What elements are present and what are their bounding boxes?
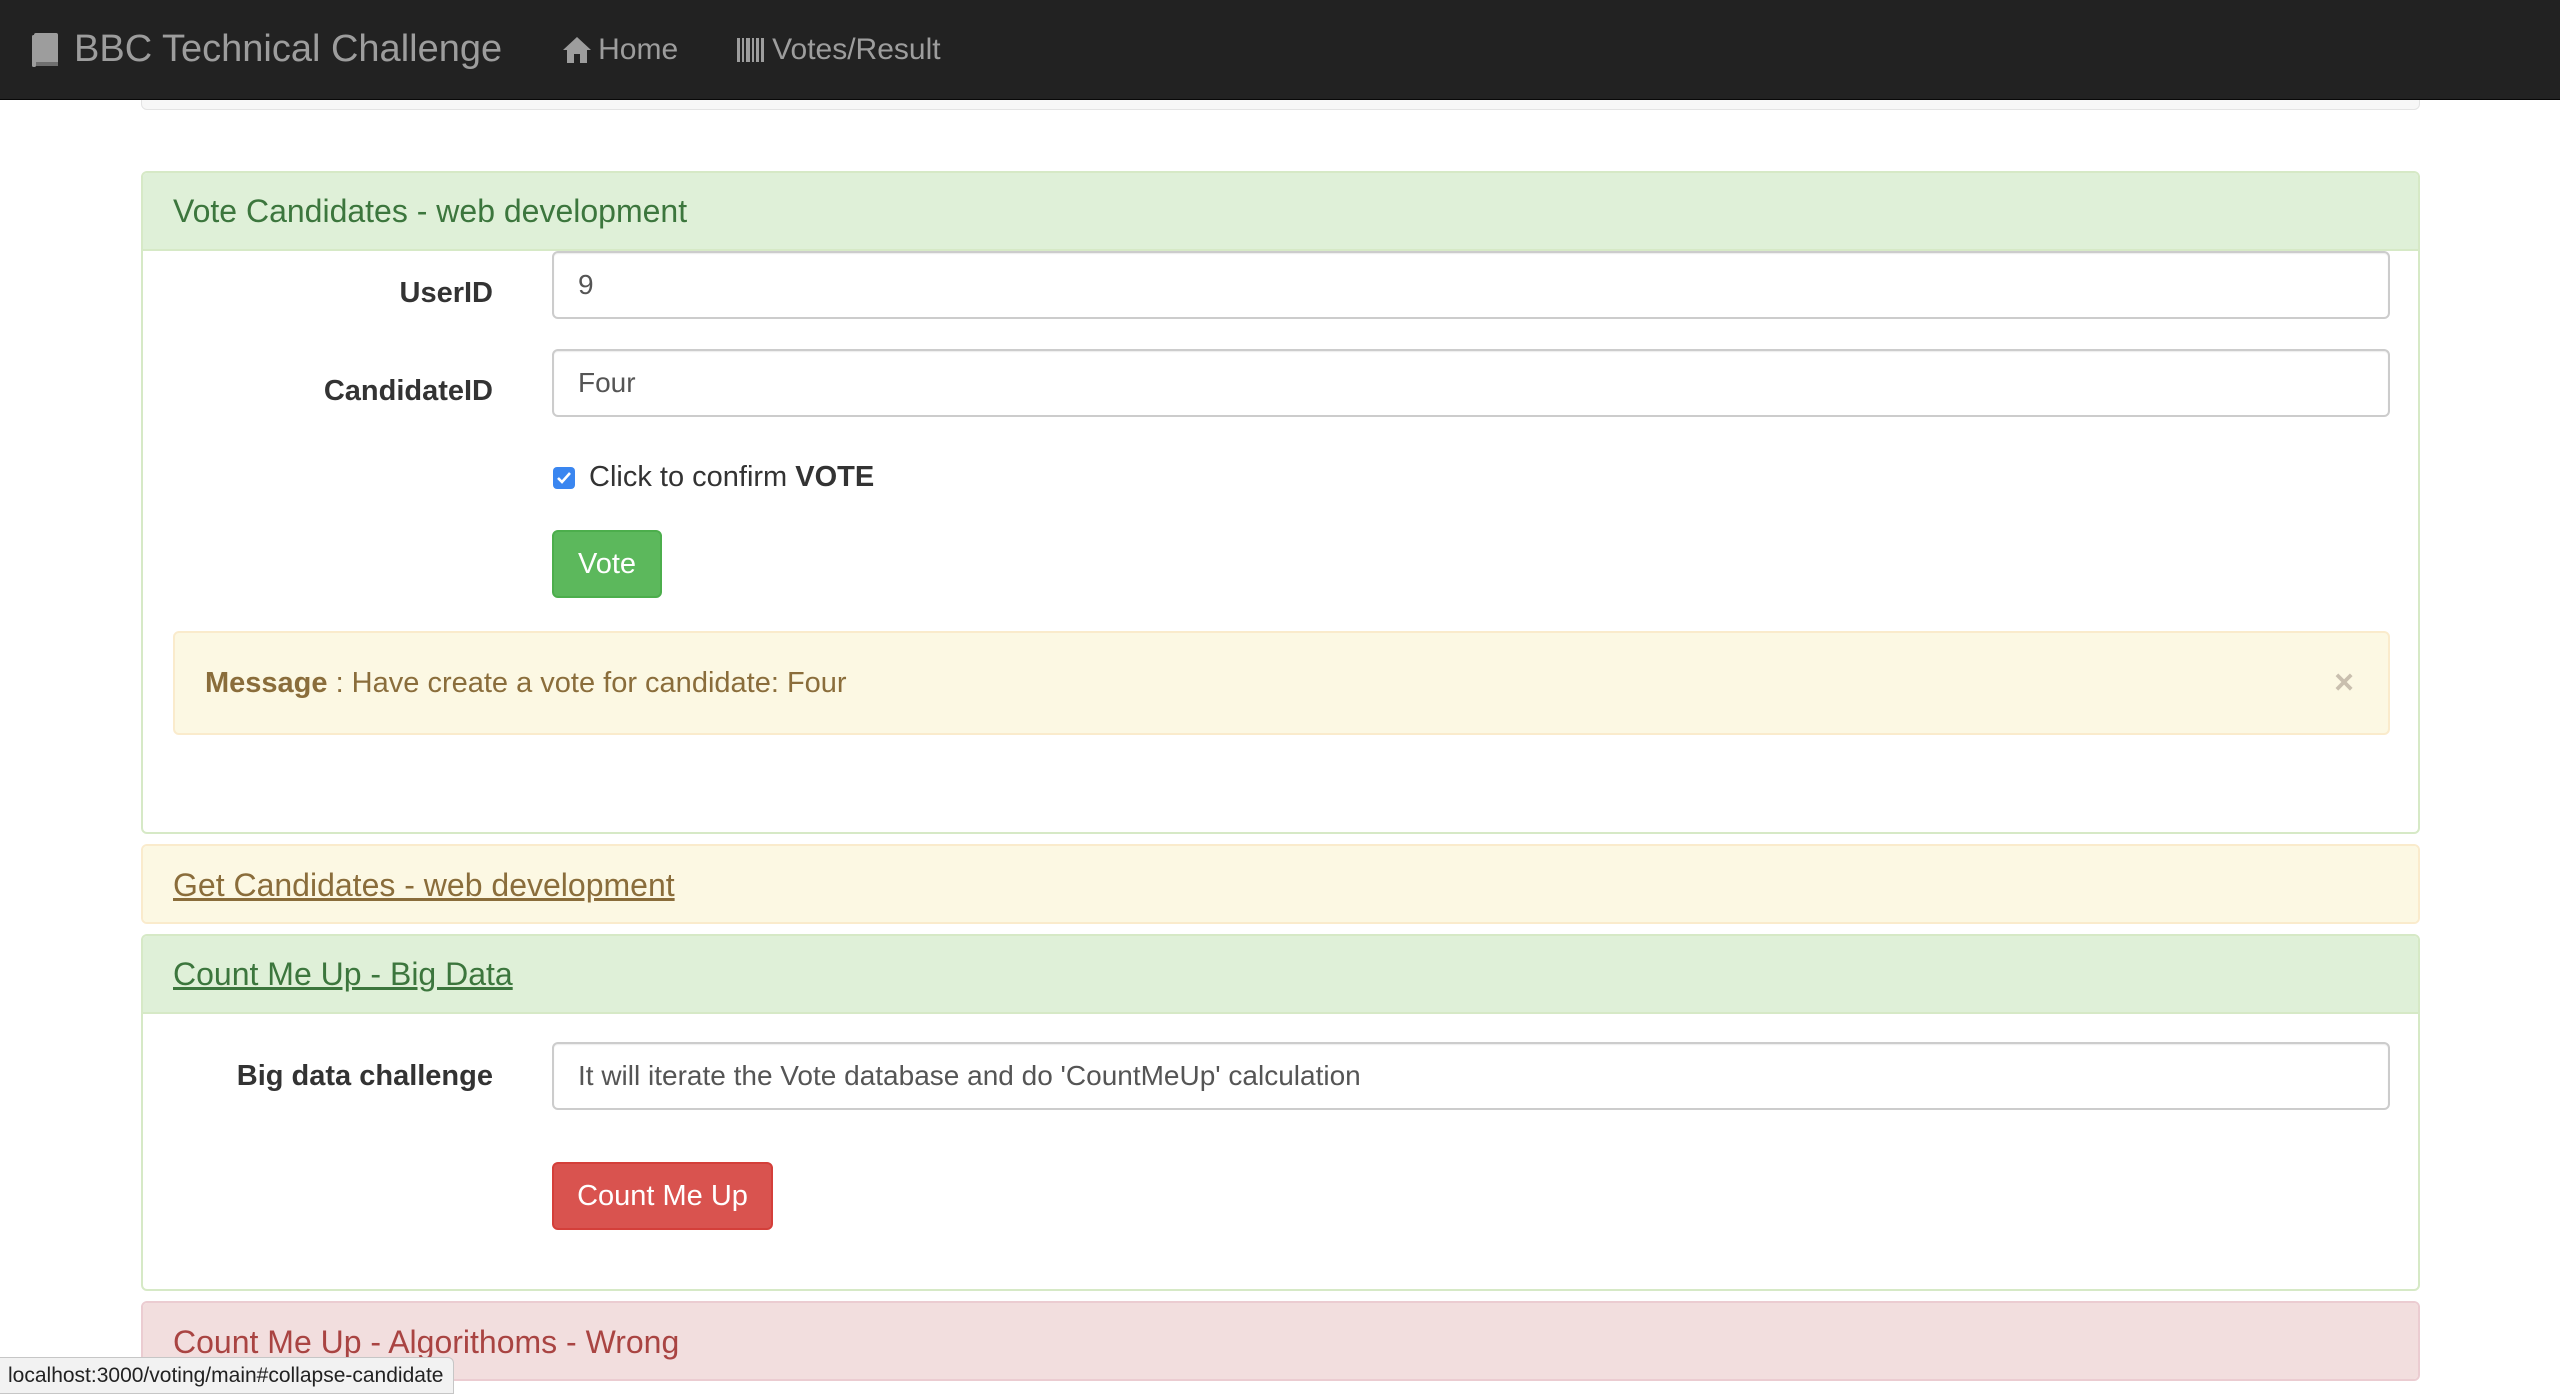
- close-icon[interactable]: ×: [2334, 664, 2354, 703]
- book-icon: [31, 32, 59, 68]
- brand[interactable]: BBC Technical Challenge: [31, 28, 502, 71]
- algo-panel-title: Count Me Up - Algorithoms - Wrong: [173, 1323, 680, 1360]
- brand-title: BBC Technical Challenge: [74, 28, 503, 70]
- vote-panel-heading[interactable]: Vote Candidates - web development: [143, 173, 2418, 251]
- barcode-icon: [736, 36, 766, 64]
- count-panel-heading: Count Me Up - Big Data: [143, 936, 2418, 1014]
- confirm-bold: VOTE: [795, 461, 875, 493]
- collapsed-panel-bottom-edge: [141, 100, 2420, 110]
- confirm-text: Click to confirm: [589, 461, 796, 493]
- big-data-input[interactable]: It will iterate the Vote database and do…: [552, 1042, 2390, 1110]
- vote-candidates-panel: Vote Candidates - web development UserID…: [141, 171, 2420, 834]
- home-icon: [562, 36, 592, 64]
- algo-panel-heading[interactable]: Count Me Up - Algorithoms - Wrong: [143, 1303, 2418, 1379]
- message-text: : Have create a vote for candidate: Four: [327, 666, 847, 699]
- message-alert: Message : Have create a vote for candida…: [173, 631, 2390, 735]
- big-data-label: Big data challenge: [236, 1060, 493, 1092]
- userid-label: UserID: [399, 277, 494, 309]
- count-me-up-button[interactable]: Count Me Up: [552, 1162, 773, 1230]
- status-url: localhost:3000/voting/main#collapse-cand…: [8, 1363, 444, 1387]
- get-panel-heading: Get Candidates - web development: [143, 846, 2418, 922]
- nav-votes-result-label: Votes/Result: [772, 32, 941, 66]
- candidateid-input[interactable]: Four: [552, 349, 2390, 417]
- nav-home-label: Home: [598, 32, 679, 66]
- checkmark-icon: [557, 471, 571, 484]
- vote-panel-title: Vote Candidates - web development: [173, 192, 688, 229]
- confirm-vote-checkbox[interactable]: [553, 466, 575, 489]
- get-candidates-link[interactable]: Get Candidates - web development: [173, 867, 675, 904]
- get-candidates-panel: Get Candidates - web development: [141, 844, 2420, 924]
- userid-input-value: 9: [578, 269, 594, 300]
- candidateid-label: CandidateID: [323, 375, 493, 407]
- algorithms-panel: Count Me Up - Algorithoms - Wrong: [141, 1301, 2420, 1381]
- candidateid-input-value: Four: [578, 367, 636, 398]
- confirm-vote-checkbox-row[interactable]: Click to confirm VOTE: [553, 461, 874, 494]
- vote-button[interactable]: Vote: [552, 530, 662, 598]
- big-data-input-value: It will iterate the Vote database and do…: [578, 1060, 1361, 1091]
- nav-votes-result[interactable]: Votes/Result: [736, 32, 941, 67]
- browser-status-bar: localhost:3000/voting/main#collapse-cand…: [0, 1357, 455, 1394]
- userid-input[interactable]: 9: [552, 251, 2390, 319]
- count-me-up-link[interactable]: Count Me Up - Big Data: [173, 956, 513, 993]
- message-label: Message: [205, 666, 328, 699]
- navbar: BBC Technical Challenge Home Votes/Resul…: [0, 0, 2560, 100]
- nav-home[interactable]: Home: [562, 33, 678, 67]
- count-me-up-panel: Count Me Up - Big Data Big data challeng…: [141, 934, 2420, 1291]
